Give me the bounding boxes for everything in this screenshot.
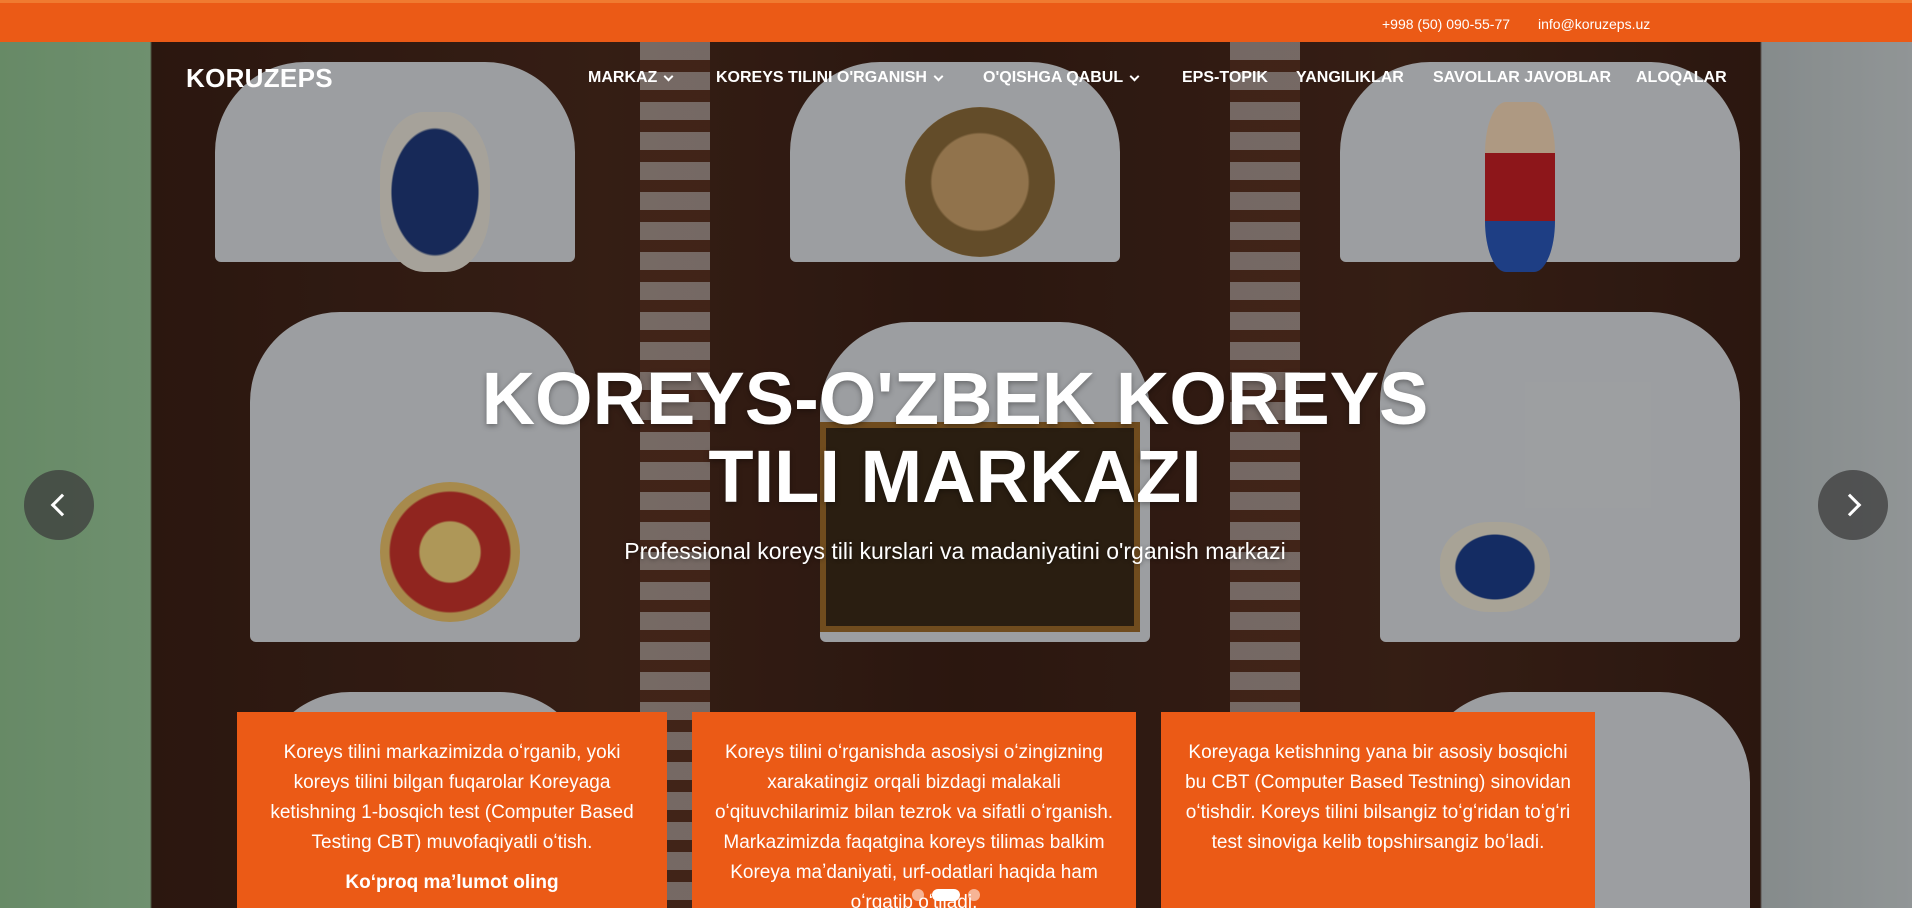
info-card-learning: Koreys tilini oʻrganishda asosiysi oʻzin… [692, 712, 1136, 908]
slider-next-button[interactable] [1818, 470, 1888, 540]
slider-prev-button[interactable] [24, 470, 94, 540]
phone-link[interactable]: +998 (50) 090-55-77 [1382, 16, 1510, 32]
chevron-down-icon [663, 71, 674, 81]
hero-title-line2: TILI MARKAZI [708, 435, 1202, 518]
carousel-dot[interactable] [968, 889, 980, 901]
info-card-cbt: Koreys tilini markazimizda oʻrganib, yok… [237, 712, 667, 908]
chevron-down-icon [933, 71, 944, 81]
nav-item-savollar-javoblar[interactable]: SAVOLLAR JAVOBLAR [1433, 69, 1611, 87]
nav-item-label: O'QISHGA QABUL [983, 69, 1124, 86]
chevron-left-icon [50, 493, 74, 517]
nav-item-markaz[interactable]: MARKAZ [588, 69, 674, 87]
email-link[interactable]: info@koruzeps.uz [1538, 16, 1650, 32]
nav-item-eps-topik[interactable]: EPS-TOPIK [1182, 69, 1268, 87]
nav-item-label: YANGILIKLAR [1296, 69, 1404, 86]
nav-item-aloqalar[interactable]: ALOQALAR [1636, 69, 1727, 87]
nav-item-yangiliklar[interactable]: YANGILIKLAR [1296, 69, 1404, 87]
nav-item-label: EPS-TOPIK [1182, 69, 1268, 86]
nav-item-oqishga-qabul[interactable]: O'QISHGA QABUL [983, 69, 1140, 87]
card-text: Koreyaga ketishning yana bir asosiy bosq… [1185, 742, 1571, 853]
nav-item-koreys-tilini-organish[interactable]: KOREYS TILINI O'RGANISH [716, 69, 944, 87]
more-info-link[interactable]: Koʻproq maʼlumot oling [259, 868, 645, 898]
chevron-down-icon [1129, 71, 1140, 81]
hero-title-line1: KOREYS-O'ZBEK KOREYS [481, 357, 1429, 440]
nav-item-label: ALOQALAR [1636, 69, 1727, 86]
top-contact-bar: +998 (50) 090-55-77 info@koruzeps.uz [0, 0, 1912, 42]
hero-title: KOREYS-O'ZBEK KOREYS TILI MARKAZI [440, 360, 1470, 516]
site-logo[interactable]: KORUZEPS [186, 63, 333, 94]
carousel-dot[interactable] [912, 889, 924, 901]
nav-item-label: KOREYS TILINI O'RGANISH [716, 69, 927, 86]
card-text: Koreys tilini markazimizda oʻrganib, yok… [270, 742, 634, 853]
chevron-right-icon [1838, 493, 1862, 517]
card-text: Koreys tilini oʻrganishda asosiysi oʻzin… [714, 742, 1114, 908]
nav-item-label: MARKAZ [588, 69, 658, 86]
info-card-cbt-test: Koreyaga ketishning yana bir asosiy bosq… [1161, 712, 1595, 908]
hero-subtitle: Professional koreys tili kurslari va mad… [624, 538, 1286, 564]
carousel-indicators [912, 889, 980, 901]
carousel-dot-active[interactable] [932, 889, 960, 901]
nav-item-label: SAVOLLAR JAVOBLAR [1433, 69, 1612, 86]
